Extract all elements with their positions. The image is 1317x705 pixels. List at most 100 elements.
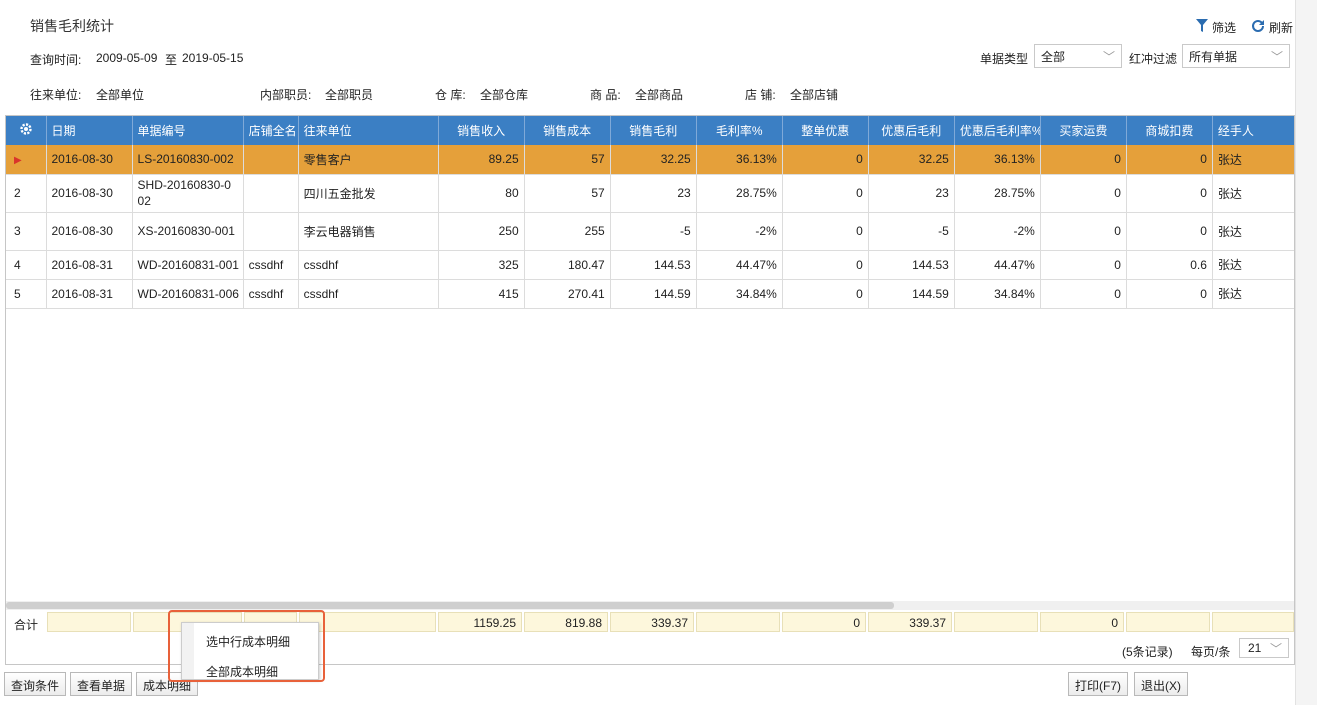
filter-icon [1196, 19, 1208, 36]
horizontal-scrollbar[interactable] [6, 601, 1294, 610]
totals-profit: 339.37 [610, 612, 694, 632]
row-number: 3 [6, 212, 47, 251]
cell-rate: 28.75% [696, 174, 783, 213]
chevron-down-icon: ﹀ [1270, 50, 1283, 64]
cell-date: 2016-08-30 [46, 174, 133, 213]
warehouse-value[interactable]: 全部仓库 [480, 86, 528, 103]
cell-revenue: 250 [438, 212, 525, 251]
cell-profit-after: 144.53 [868, 250, 955, 280]
cell-date: 2016-08-31 [46, 250, 133, 280]
col-header[interactable]: 销售收入 [438, 116, 525, 145]
col-header[interactable]: 商城扣费 [1126, 116, 1213, 145]
per-page-select[interactable]: 21 ﹀ [1239, 638, 1289, 658]
grid-table: 日期 单据编号 店铺全名 往来单位 销售收入 销售成本 销售毛利 毛利率% 整单… [6, 116, 1294, 309]
cell-shop [243, 145, 299, 175]
refresh-button[interactable]: 刷新 [1251, 19, 1293, 36]
highlight-outline [168, 610, 325, 682]
data-grid: 日期 单据编号 店铺全名 往来单位 销售收入 销售成本 销售毛利 毛利率% 整单… [5, 115, 1295, 665]
doc-type-select[interactable]: 全部 ﹀ [1034, 44, 1122, 68]
shop-value[interactable]: 全部店铺 [790, 86, 838, 103]
partner-value[interactable]: 全部单位 [96, 86, 144, 103]
totals-freight: 0 [1040, 612, 1124, 632]
print-button[interactable]: 打印(F7) [1068, 672, 1128, 696]
col-header[interactable]: 优惠后毛利率% [954, 116, 1041, 145]
cell-partner: 李云电器销售 [298, 212, 439, 251]
filter-button[interactable]: 筛选 [1196, 19, 1236, 36]
scrollbar-thumb[interactable] [6, 602, 894, 609]
col-header[interactable]: 整单优惠 [782, 116, 869, 145]
staff-value[interactable]: 全部职员 [325, 86, 373, 103]
totals-empty [696, 612, 780, 632]
cell-rate-after: 36.13% [954, 145, 1041, 175]
col-header[interactable]: 买家运费 [1040, 116, 1127, 145]
col-header[interactable]: 优惠后毛利 [868, 116, 955, 145]
table-row[interactable]: 3 2016-08-30 XS-20160830-001 李云电器销售 250 … [6, 212, 1294, 251]
totals-discount: 0 [782, 612, 866, 632]
col-header[interactable]: 日期 [46, 116, 133, 145]
totals-profit-after: 339.37 [868, 612, 952, 632]
table-row[interactable]: 4 2016-08-31 WD-20160831-001 cssdhf cssd… [6, 250, 1294, 280]
cell-partner: 四川五金批发 [298, 174, 439, 213]
cell-doc: SHD-20160830-002 [132, 174, 244, 213]
hongchong-label: 红冲过滤 [1129, 52, 1178, 66]
cell-partner: cssdhf [298, 250, 439, 280]
cell-freight: 0 [1040, 174, 1127, 213]
exit-button[interactable]: 退出(X) [1134, 672, 1188, 696]
cell-rate-after: 44.47% [954, 250, 1041, 280]
cell-handler: 张达 [1212, 145, 1294, 175]
cell-rate-after: 28.75% [954, 174, 1041, 213]
goods-label: 商 品: [590, 88, 621, 102]
cell-shop [243, 174, 299, 213]
col-header[interactable]: 销售毛利 [610, 116, 697, 145]
staff-label: 内部职员: [260, 88, 312, 102]
cell-rate: 36.13% [696, 145, 783, 175]
cell-profit: 144.59 [610, 279, 697, 309]
col-header[interactable]: 往来单位 [298, 116, 439, 145]
cell-shop: cssdhf [243, 250, 299, 280]
cell-freight: 0 [1040, 212, 1127, 251]
cell-discount: 0 [782, 145, 869, 175]
col-header[interactable]: 经手人 [1212, 116, 1294, 145]
cell-rate: 44.47% [696, 250, 783, 280]
totals-label: 合计 [6, 612, 46, 632]
date-to[interactable]: 2019-05-15 [182, 51, 243, 65]
col-header[interactable]: 毛利率% [696, 116, 783, 145]
cell-profit: 32.25 [610, 145, 697, 175]
table-row[interactable]: 5 2016-08-31 WD-20160831-006 cssdhf cssd… [6, 279, 1294, 309]
col-header[interactable]: 单据编号 [132, 116, 244, 145]
current-row-arrow-icon: ▶ [14, 155, 22, 167]
table-row[interactable]: 2 2016-08-30 SHD-20160830-002 四川五金批发 80 … [6, 174, 1294, 213]
cell-fee: 0 [1126, 212, 1213, 251]
cell-shop [243, 212, 299, 251]
col-header[interactable]: 店铺全名 [243, 116, 299, 145]
shop-label: 店 铺: [745, 88, 776, 102]
cell-profit: -5 [610, 212, 697, 251]
cell-cost: 57 [524, 174, 611, 213]
col-header[interactable]: 销售成本 [524, 116, 611, 145]
date-from[interactable]: 2009-05-09 [96, 51, 157, 65]
hongchong-select[interactable]: 所有单据 ﹀ [1182, 44, 1290, 68]
cell-doc: XS-20160830-001 [132, 212, 244, 251]
cell-freight: 0 [1040, 279, 1127, 309]
query-conditions-button[interactable]: 查询条件 [4, 672, 67, 696]
cell-fee: 0 [1126, 145, 1213, 175]
per-page-label: 每页/条 [1191, 645, 1231, 659]
goods-value[interactable]: 全部商品 [635, 86, 683, 103]
view-document-button[interactable]: 查看单据 [70, 672, 133, 696]
cell-freight: 0 [1040, 145, 1127, 175]
cell-rate-after: -2% [954, 212, 1041, 251]
chevron-down-icon: ﹀ [1102, 50, 1115, 64]
table-row[interactable]: ▶ 2016-08-30 LS-20160830-002 零售客户 89.25 … [6, 145, 1294, 175]
warehouse-label: 仓 库: [435, 88, 466, 102]
date-separator: 至 [165, 53, 178, 67]
cell-freight: 0 [1040, 250, 1127, 280]
cell-partner: 零售客户 [298, 145, 439, 175]
gear-icon [19, 123, 33, 139]
row-number: 5 [6, 279, 47, 309]
totals-empty [47, 612, 131, 632]
cell-profit: 144.53 [610, 250, 697, 280]
totals-revenue: 1159.25 [438, 612, 522, 632]
cell-cost: 180.47 [524, 250, 611, 280]
vertical-scrollbar[interactable] [1295, 0, 1317, 705]
grid-settings-button[interactable] [6, 116, 47, 145]
